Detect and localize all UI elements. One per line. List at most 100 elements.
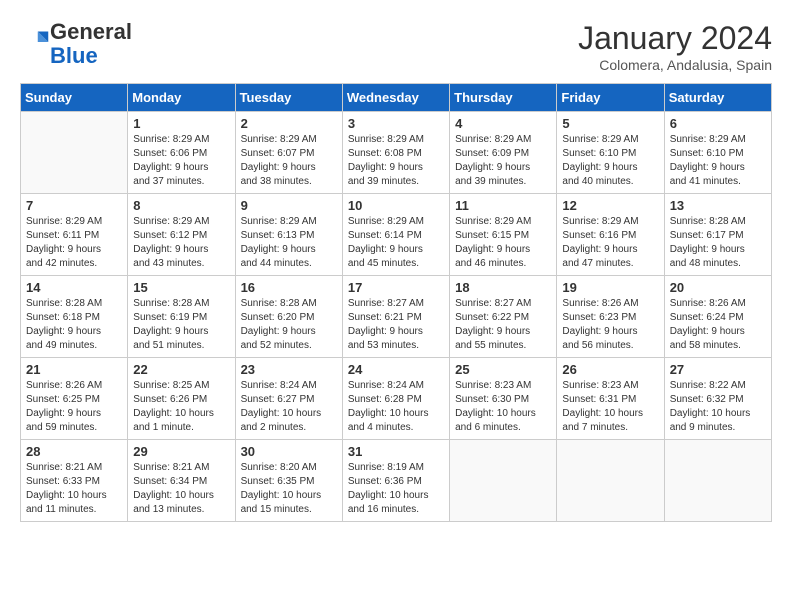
- calendar-cell: 17 Sunrise: 8:27 AMSunset: 6:21 PMDayligh…: [342, 276, 449, 358]
- calendar-cell: 26Sunrise: 8:23 AMSunset: 6:31 PMDayligh…: [557, 358, 664, 440]
- day-number: 9: [241, 198, 337, 213]
- day-info: Sunrise: 8:28 AMSunset: 6:20 PMDaylight:…: [241, 297, 337, 353]
- day-number: 7: [26, 198, 122, 213]
- calendar-cell: [21, 112, 128, 194]
- day-number: 3: [348, 116, 444, 131]
- day-number: 5: [562, 116, 658, 131]
- day-info: Sunrise: 8:29 AMSunset: 6:11 PMDaylight:…: [26, 215, 122, 271]
- title-section: January 2024 Colomera, Andalusia, Spain: [578, 20, 772, 73]
- day-number: 27: [670, 362, 766, 377]
- calendar-cell: 19 Sunrise: 8:26 AMSunset: 6:23 PMDayligh…: [557, 276, 664, 358]
- month-title: January 2024: [578, 20, 772, 57]
- day-info: Sunrise: 8:29 AMSunset: 6:13 PMDaylight:…: [241, 215, 337, 271]
- day-number: 24: [348, 362, 444, 377]
- col-header-saturday: Saturday: [664, 84, 771, 112]
- calendar-cell: 3 Sunrise: 8:29 AMSunset: 6:08 PMDaylight…: [342, 112, 449, 194]
- col-header-wednesday: Wednesday: [342, 84, 449, 112]
- calendar-cell: 4 Sunrise: 8:29 AMSunset: 6:09 PMDaylight…: [450, 112, 557, 194]
- day-info: Sunrise: 8:29 AMSunset: 6:10 PMDaylight:…: [562, 133, 658, 189]
- day-number: 15: [133, 280, 229, 295]
- day-number: 14: [26, 280, 122, 295]
- calendar-cell: 2 Sunrise: 8:29 AMSunset: 6:07 PMDaylight…: [235, 112, 342, 194]
- day-number: 17: [348, 280, 444, 295]
- calendar-cell: 8 Sunrise: 8:29 AMSunset: 6:12 PMDaylight…: [128, 194, 235, 276]
- day-info: Sunrise: 8:29 AMSunset: 6:09 PMDaylight:…: [455, 133, 551, 189]
- calendar-cell: 22 Sunrise: 8:25 AMSunset: 6:26 PMDayligh…: [128, 358, 235, 440]
- day-info: Sunrise: 8:29 AMSunset: 6:16 PMDaylight:…: [562, 215, 658, 271]
- calendar-cell: 25 Sunrise: 8:23 AMSunset: 6:30 PMDayligh…: [450, 358, 557, 440]
- day-info: Sunrise: 8:24 AMSunset: 6:27 PMDaylight:…: [241, 379, 337, 435]
- calendar-cell: 15 Sunrise: 8:28 AMSunset: 6:19 PMDayligh…: [128, 276, 235, 358]
- calendar-cell: [664, 440, 771, 522]
- day-number: 25: [455, 362, 551, 377]
- day-number: 4: [455, 116, 551, 131]
- day-info: Sunrise: 8:27 AMSunset: 6:21 PMDaylight:…: [348, 297, 444, 353]
- day-number: 8: [133, 198, 229, 213]
- col-header-friday: Friday: [557, 84, 664, 112]
- day-number: 29: [133, 444, 229, 459]
- calendar-cell: 12Sunrise: 8:29 AMSunset: 6:16 PMDayligh…: [557, 194, 664, 276]
- calendar-cell: 20 Sunrise: 8:26 AMSunset: 6:24 PMDayligh…: [664, 276, 771, 358]
- calendar-cell: [557, 440, 664, 522]
- day-number: 1: [133, 116, 229, 131]
- day-info: Sunrise: 8:29 AMSunset: 6:08 PMDaylight:…: [348, 133, 444, 189]
- day-info: Sunrise: 8:29 AMSunset: 6:12 PMDaylight:…: [133, 215, 229, 271]
- day-number: 20: [670, 280, 766, 295]
- calendar-cell: 13 Sunrise: 8:28 AMSunset: 6:17 PMDayligh…: [664, 194, 771, 276]
- logo: General Blue: [20, 20, 132, 68]
- day-info: Sunrise: 8:28 AMSunset: 6:17 PMDaylight:…: [670, 215, 766, 271]
- day-info: Sunrise: 8:26 AMSunset: 6:23 PMDaylight:…: [562, 297, 658, 353]
- day-info: Sunrise: 8:24 AMSunset: 6:28 PMDaylight:…: [348, 379, 444, 435]
- day-info: Sunrise: 8:29 AMSunset: 6:14 PMDaylight:…: [348, 215, 444, 271]
- calendar-cell: 29 Sunrise: 8:21 AMSunset: 6:34 PMDayligh…: [128, 440, 235, 522]
- day-info: Sunrise: 8:19 AMSunset: 6:36 PMDaylight:…: [348, 461, 444, 517]
- calendar-cell: 11 Sunrise: 8:29 AMSunset: 6:15 PMDayligh…: [450, 194, 557, 276]
- calendar-cell: 7 Sunrise: 8:29 AMSunset: 6:11 PMDaylight…: [21, 194, 128, 276]
- calendar-cell: 18Sunrise: 8:27 AMSunset: 6:22 PMDayligh…: [450, 276, 557, 358]
- day-number: 19: [562, 280, 658, 295]
- calendar-cell: 21 Sunrise: 8:26 AMSunset: 6:25 PMDayligh…: [21, 358, 128, 440]
- day-number: 31: [348, 444, 444, 459]
- logo-icon: [22, 28, 50, 56]
- day-number: 10: [348, 198, 444, 213]
- day-number: 28: [26, 444, 122, 459]
- calendar-cell: 9 Sunrise: 8:29 AMSunset: 6:13 PMDaylight…: [235, 194, 342, 276]
- calendar-cell: 28 Sunrise: 8:21 AMSunset: 6:33 PMDayligh…: [21, 440, 128, 522]
- day-number: 23: [241, 362, 337, 377]
- day-info: Sunrise: 8:21 AMSunset: 6:34 PMDaylight:…: [133, 461, 229, 517]
- day-info: Sunrise: 8:29 AMSunset: 6:15 PMDaylight:…: [455, 215, 551, 271]
- col-header-monday: Monday: [128, 84, 235, 112]
- col-header-thursday: Thursday: [450, 84, 557, 112]
- day-number: 26: [562, 362, 658, 377]
- page-header: General Blue January 2024 Colomera, Anda…: [20, 20, 772, 73]
- calendar-table: SundayMondayTuesdayWednesdayThursdayFrid…: [20, 83, 772, 522]
- day-number: 21: [26, 362, 122, 377]
- day-info: Sunrise: 8:22 AMSunset: 6:32 PMDaylight:…: [670, 379, 766, 435]
- col-header-tuesday: Tuesday: [235, 84, 342, 112]
- calendar-cell: [450, 440, 557, 522]
- day-number: 2: [241, 116, 337, 131]
- calendar-cell: 16Sunrise: 8:28 AMSunset: 6:20 PMDayligh…: [235, 276, 342, 358]
- day-info: Sunrise: 8:29 AMSunset: 6:10 PMDaylight:…: [670, 133, 766, 189]
- day-info: Sunrise: 8:29 AMSunset: 6:07 PMDaylight:…: [241, 133, 337, 189]
- day-info: Sunrise: 8:20 AMSunset: 6:35 PMDaylight:…: [241, 461, 337, 517]
- day-info: Sunrise: 8:26 AMSunset: 6:24 PMDaylight:…: [670, 297, 766, 353]
- day-info: Sunrise: 8:23 AMSunset: 6:30 PMDaylight:…: [455, 379, 551, 435]
- logo-general-text: General: [50, 19, 132, 44]
- calendar-cell: 27 Sunrise: 8:22 AMSunset: 6:32 PMDayligh…: [664, 358, 771, 440]
- calendar-cell: 5 Sunrise: 8:29 AMSunset: 6:10 PMDaylight…: [557, 112, 664, 194]
- location-subtitle: Colomera, Andalusia, Spain: [578, 57, 772, 73]
- calendar-cell: 23 Sunrise: 8:24 AMSunset: 6:27 PMDayligh…: [235, 358, 342, 440]
- calendar-cell: 10 Sunrise: 8:29 AMSunset: 6:14 PMDayligh…: [342, 194, 449, 276]
- day-number: 11: [455, 198, 551, 213]
- day-number: 18: [455, 280, 551, 295]
- day-info: Sunrise: 8:26 AMSunset: 6:25 PMDaylight:…: [26, 379, 122, 435]
- day-info: Sunrise: 8:21 AMSunset: 6:33 PMDaylight:…: [26, 461, 122, 517]
- calendar-cell: 14Sunrise: 8:28 AMSunset: 6:18 PMDayligh…: [21, 276, 128, 358]
- day-info: Sunrise: 8:25 AMSunset: 6:26 PMDaylight:…: [133, 379, 229, 435]
- logo-blue-text: Blue: [50, 43, 98, 68]
- day-info: Sunrise: 8:28 AMSunset: 6:19 PMDaylight:…: [133, 297, 229, 353]
- col-header-sunday: Sunday: [21, 84, 128, 112]
- day-number: 22: [133, 362, 229, 377]
- day-number: 13: [670, 198, 766, 213]
